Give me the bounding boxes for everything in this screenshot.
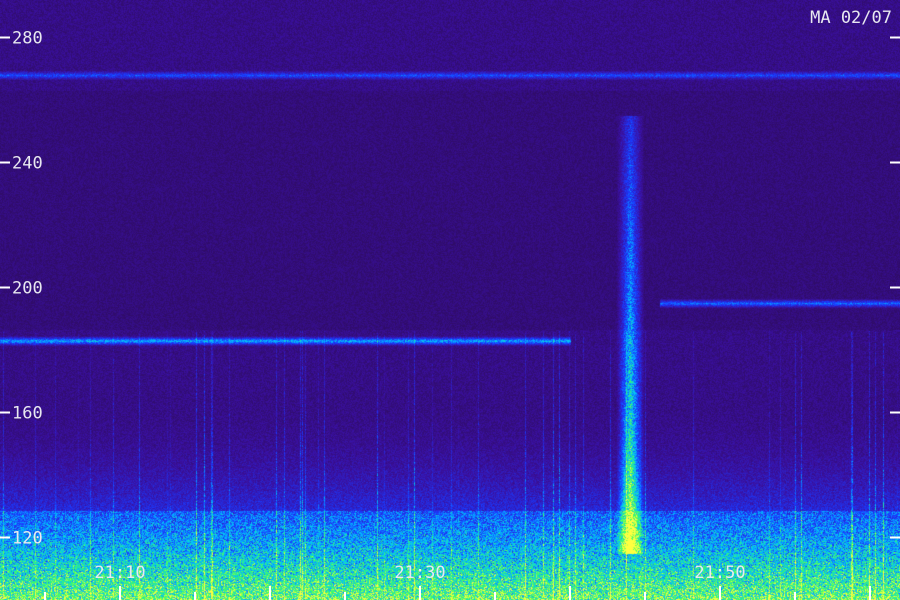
x-tick-label: 21:50 bbox=[694, 563, 745, 583]
y-tick-label: 200 bbox=[12, 279, 43, 299]
x-tick-label: 21:10 bbox=[94, 563, 145, 583]
y-tick-label: 280 bbox=[12, 29, 43, 49]
y-tick-label: 240 bbox=[12, 154, 43, 174]
y-axis: 120 160 200 240 280 bbox=[0, 29, 900, 549]
axis-overlay: 120 160 200 240 280 21:10 21:30 21:50 MA 02/07 bbox=[0, 8, 900, 600]
x-axis: 21:10 21:30 21:50 bbox=[44, 563, 871, 600]
y-tick-label: 160 bbox=[12, 404, 43, 424]
y-tick-label: 120 bbox=[12, 529, 43, 549]
station-date-label: MA 02/07 bbox=[810, 8, 892, 28]
x-tick-label: 21:30 bbox=[394, 563, 445, 583]
